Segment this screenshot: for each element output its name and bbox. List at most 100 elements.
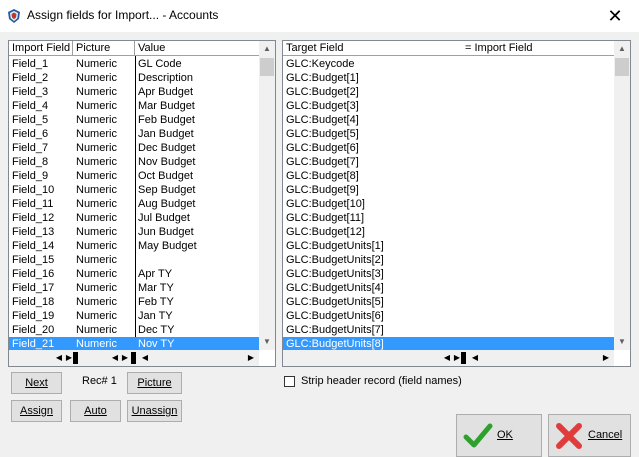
table-row[interactable]: GLC:BudgetUnits[2]	[283, 253, 614, 267]
table-row[interactable]: Field_13 Numeric Jun Budget	[9, 225, 259, 239]
scroll-right-arrow-icon[interactable]: ▶	[600, 350, 612, 366]
target-fields-grid[interactable]: Target Field = Import Field GLC:Keycode G…	[282, 40, 631, 367]
column-header-value[interactable]: Value	[135, 41, 259, 56]
close-icon[interactable]: ✕	[603, 5, 627, 27]
table-row[interactable]: GLC:BudgetUnits[8]	[283, 337, 614, 351]
import-field-cell: Field_3	[12, 86, 49, 98]
table-row[interactable]: Field_18 Numeric Feb TY	[9, 295, 259, 309]
target-field-cell: GLC:Budget[2]	[286, 86, 359, 98]
table-row[interactable]: Field_8 Numeric Nov Budget	[9, 155, 259, 169]
table-row[interactable]: GLC:Budget[5]	[283, 127, 614, 141]
table-row[interactable]: GLC:BudgetUnits[7]	[283, 323, 614, 337]
table-row[interactable]: Field_16 Numeric Apr TY	[9, 267, 259, 281]
table-row[interactable]: GLC:BudgetUnits[3]	[283, 267, 614, 281]
picture-cell: Numeric	[76, 310, 117, 322]
strip-header-label[interactable]: Strip header record (field names)	[301, 375, 462, 387]
left-horizontal-scrollbar[interactable]: ◀ ▶ ◀ ▶ ◀ ▶	[9, 350, 259, 366]
table-row[interactable]: GLC:Budget[2]	[283, 85, 614, 99]
table-row[interactable]: Field_15 Numeric	[9, 253, 259, 267]
table-row[interactable]: GLC:BudgetUnits[1]	[283, 239, 614, 253]
table-row[interactable]: Field_1 Numeric GL Code	[9, 57, 259, 71]
table-row[interactable]: Field_10 Numeric Sep Budget	[9, 183, 259, 197]
picture-button-label: Picture	[137, 377, 172, 389]
cancel-button[interactable]: Cancel	[548, 414, 631, 457]
scroll-right-arrow-icon[interactable]: ▶	[119, 350, 131, 366]
table-row[interactable]: Field_21 Numeric Nov TY	[9, 337, 259, 351]
ok-button[interactable]: OK	[456, 414, 542, 457]
table-row[interactable]: GLC:BudgetUnits[6]	[283, 309, 614, 323]
column-header-picture[interactable]: Picture	[73, 41, 135, 56]
unassign-button-label: Unassign	[131, 405, 178, 417]
column-splitter[interactable]	[461, 352, 466, 364]
table-row[interactable]: GLC:Budget[12]	[283, 225, 614, 239]
table-row[interactable]: GLC:BudgetUnits[4]	[283, 281, 614, 295]
auto-button[interactable]: Auto	[70, 400, 121, 422]
table-row[interactable]: GLC:Budget[10]	[283, 197, 614, 211]
picture-cell: Numeric	[76, 86, 117, 98]
green-check-icon	[463, 423, 493, 448]
left-vertical-scrollbar[interactable]: ▲ ▼	[259, 41, 275, 350]
value-cell: Jan Budget	[138, 128, 194, 140]
table-row[interactable]: GLC:Budget[11]	[283, 211, 614, 225]
table-row[interactable]: GLC:Budget[9]	[283, 183, 614, 197]
column-header-import-field[interactable]: Import Field	[9, 41, 73, 56]
table-row[interactable]: GLC:Budget[1]	[283, 71, 614, 85]
scroll-down-arrow-icon[interactable]: ▼	[614, 334, 630, 350]
table-row[interactable]: Field_12 Numeric Jul Budget	[9, 211, 259, 225]
picture-button[interactable]: Picture	[127, 372, 182, 394]
table-row[interactable]: Field_6 Numeric Jan Budget	[9, 127, 259, 141]
table-row[interactable]: GLC:Keycode	[283, 57, 614, 71]
target-field-cell: GLC:Budget[12]	[286, 226, 365, 238]
picture-cell: Numeric	[76, 58, 117, 70]
scroll-up-arrow-icon[interactable]: ▲	[614, 41, 630, 57]
scroll-right-arrow-icon[interactable]: ▶	[245, 350, 257, 366]
table-row[interactable]: Field_3 Numeric Apr Budget	[9, 85, 259, 99]
column-splitter[interactable]	[131, 352, 136, 364]
table-row[interactable]: GLC:BudgetUnits[5]	[283, 295, 614, 309]
table-row[interactable]: Field_2 Numeric Description	[9, 71, 259, 85]
value-cell: Feb Budget	[138, 114, 195, 126]
target-field-cell: GLC:BudgetUnits[2]	[286, 254, 384, 266]
strip-header-checkbox[interactable]	[284, 376, 295, 387]
scroll-up-arrow-icon[interactable]: ▲	[259, 41, 275, 57]
import-field-cell: Field_1	[12, 58, 49, 70]
table-row[interactable]: GLC:Budget[7]	[283, 155, 614, 169]
scroll-thumb[interactable]	[615, 58, 629, 76]
scroll-left-arrow-icon[interactable]: ◀	[139, 350, 151, 366]
target-field-cell: GLC:Budget[11]	[286, 212, 365, 224]
table-row[interactable]: Field_20 Numeric Dec TY	[9, 323, 259, 337]
value-cell: Apr TY	[138, 268, 173, 280]
scroll-down-arrow-icon[interactable]: ▼	[259, 334, 275, 350]
scroll-thumb[interactable]	[260, 58, 274, 76]
table-row[interactable]: Field_14 Numeric May Budget	[9, 239, 259, 253]
table-row[interactable]: GLC:Budget[8]	[283, 169, 614, 183]
table-row[interactable]: Field_5 Numeric Feb Budget	[9, 113, 259, 127]
target-field-cell: GLC:BudgetUnits[8]	[286, 338, 384, 350]
value-cell: Mar TY	[138, 282, 174, 294]
table-row[interactable]: Field_9 Numeric Oct Budget	[9, 169, 259, 183]
import-fields-grid[interactable]: Import Field Picture Value Field_1 Numeri…	[8, 40, 276, 367]
value-cell: May Budget	[138, 240, 197, 252]
right-vertical-scrollbar[interactable]: ▲ ▼	[614, 41, 630, 350]
import-field-cell: Field_12	[12, 212, 55, 224]
picture-cell: Numeric	[76, 268, 117, 280]
cancel-button-label: Cancel	[588, 429, 623, 441]
next-button[interactable]: Next	[11, 372, 62, 394]
value-cell: Dec TY	[138, 324, 175, 336]
table-row[interactable]: Field_19 Numeric Jan TY	[9, 309, 259, 323]
table-row[interactable]: Field_11 Numeric Aug Budget	[9, 197, 259, 211]
import-field-cell: Field_21	[12, 338, 55, 350]
table-row[interactable]: GLC:Budget[6]	[283, 141, 614, 155]
unassign-button[interactable]: Unassign	[127, 400, 182, 422]
column-header-target-field[interactable]: Target Field = Import Field	[283, 41, 614, 56]
table-row[interactable]: Field_17 Numeric Mar TY	[9, 281, 259, 295]
import-field-cell: Field_8	[12, 156, 49, 168]
scroll-left-arrow-icon[interactable]: ◀	[469, 350, 481, 366]
assign-button[interactable]: Assign	[11, 400, 62, 422]
right-horizontal-scrollbar[interactable]: ◀ ▶ ◀ ▶	[283, 350, 614, 366]
table-row[interactable]: Field_4 Numeric Mar Budget	[9, 99, 259, 113]
table-row[interactable]: GLC:Budget[4]	[283, 113, 614, 127]
table-row[interactable]: GLC:Budget[3]	[283, 99, 614, 113]
column-splitter[interactable]	[73, 352, 78, 364]
table-row[interactable]: Field_7 Numeric Dec Budget	[9, 141, 259, 155]
